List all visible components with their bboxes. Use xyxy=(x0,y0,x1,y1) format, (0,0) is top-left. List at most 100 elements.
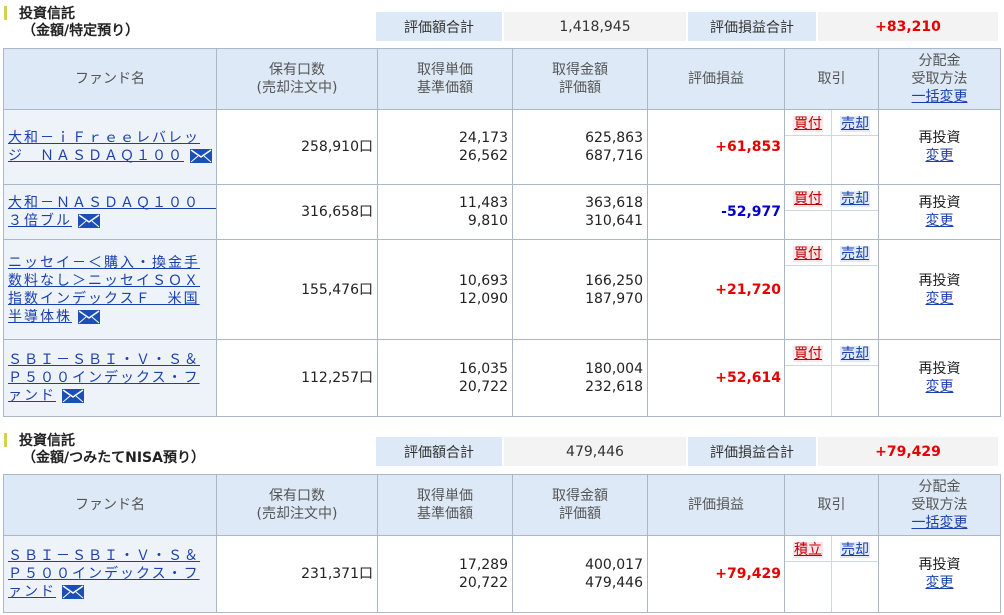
tsumitate-button[interactable]: 積立 xyxy=(793,542,823,558)
price-cell: 11,483 9,810 xyxy=(377,184,513,240)
col-pl: 評価損益 xyxy=(647,474,785,536)
table-row: ニッセイ－＜購入・換金手数料なし＞ニッセイＳＯＸ指数インデックスＦ 米国半導体株… xyxy=(3,239,1001,340)
section-tokutei: 投資信託 （金額/特定預り） 評価額合計 1,418,945 評価損益合計 +8… xyxy=(0,0,1004,417)
amount-cell: 166,250 187,970 xyxy=(512,239,648,340)
total-pl: +79,429 xyxy=(818,437,998,466)
amount-cell: 180,004 232,618 xyxy=(512,339,648,417)
envelope-icon[interactable] xyxy=(78,309,100,324)
bulk-change-link[interactable]: 一括変更 xyxy=(912,89,968,105)
col-unit-price: 取得単価 基準価額 xyxy=(377,474,513,536)
change-link[interactable]: 変更 xyxy=(926,575,954,591)
table-row: 大和－ｉＦｒｅｅレバレッジ ＮＡＳＤＡＱ１００ 258,910口 24,173 2… xyxy=(3,109,1001,185)
table-header-row: ファンド名 保有口数 (売却注文中) 取得単価 基準価額 取得金額 評価額 評価損益 … xyxy=(3,48,1001,110)
col-unit-price: 取得単価 基準価額 xyxy=(377,48,513,110)
col-trade: 取引 xyxy=(784,474,879,536)
change-link[interactable]: 変更 xyxy=(926,291,954,307)
price-cell: 16,035 20,722 xyxy=(377,339,513,417)
buy-button[interactable]: 買付 xyxy=(793,346,823,362)
section-header: 投資信託 （金額/特定預り） 評価額合計 1,418,945 評価損益合計 +8… xyxy=(0,0,1004,42)
col-fund-name: ファンド名 xyxy=(3,474,217,536)
fund-name-link[interactable]: ＳＢＩ－ＳＢＩ・Ｖ・Ｓ＆Ｐ５００インデックス・ファンド xyxy=(8,548,200,600)
fund-name-cell: 大和－ＮＡＳＤＡＱ１００ ３倍ブル xyxy=(3,184,217,240)
amount-cell: 400,017 479,446 xyxy=(512,535,648,613)
units-cell: 231,371口 xyxy=(216,535,378,613)
fund-name-link[interactable]: ＳＢＩ－ＳＢＩ・Ｖ・Ｓ＆Ｐ５００インデックス・ファンド xyxy=(8,352,200,404)
col-units: 保有口数 (売却注文中) xyxy=(216,474,378,536)
pl-cell: +21,720 xyxy=(647,239,785,340)
sell-button[interactable]: 売却 xyxy=(840,542,870,558)
buy-button[interactable]: 買付 xyxy=(793,191,823,207)
total-pl-label: 評価損益合計 xyxy=(688,12,816,41)
change-link[interactable]: 変更 xyxy=(926,148,954,164)
section-tsumitate-nisa: 投資信託 （金額/つみたてNISA預り） 評価額合計 479,446 評価損益合… xyxy=(0,425,1004,613)
sell-button[interactable]: 売却 xyxy=(840,191,870,207)
pl-cell: +52,614 xyxy=(647,339,785,417)
section-title: 投資信託 （金額/つみたてNISA預り） xyxy=(4,433,205,467)
pl-cell: +79,429 xyxy=(647,535,785,613)
section-subtitle: （金額/特定預り） xyxy=(22,23,140,39)
envelope-icon[interactable] xyxy=(78,214,100,228)
col-amount: 取得金額 評価額 xyxy=(512,48,648,110)
amount-cell: 625,863 687,716 xyxy=(512,109,648,185)
title-marker xyxy=(4,433,7,447)
fund-table: ファンド名 保有口数 (売却注文中) 取得単価 基準価額 取得金額 評価額 評価損益 … xyxy=(3,474,1001,613)
trade-cell: 買付 売却 xyxy=(784,184,879,240)
col-amount: 取得金額 評価額 xyxy=(512,474,648,536)
total-value-label: 評価額合計 xyxy=(376,437,502,466)
total-pl-label: 評価損益合計 xyxy=(688,437,816,466)
change-link[interactable]: 変更 xyxy=(926,379,954,395)
buy-button[interactable]: 買付 xyxy=(793,116,823,132)
section-title: 投資信託 （金額/特定預り） xyxy=(4,6,139,40)
price-cell: 17,289 20,722 xyxy=(377,535,513,613)
bulk-change-link[interactable]: 一括変更 xyxy=(912,515,968,531)
fund-name-cell: ＳＢＩ－ＳＢＩ・Ｖ・Ｓ＆Ｐ５００インデックス・ファンド xyxy=(3,535,217,613)
sell-button[interactable]: 売却 xyxy=(840,246,870,262)
distribution-cell: 再投資 変更 xyxy=(878,184,1001,240)
col-pl: 評価損益 xyxy=(647,48,785,110)
total-value: 1,418,945 xyxy=(504,12,686,41)
fund-name-link[interactable]: 大和－ＮＡＳＤＡＱ１００ ３倍ブル xyxy=(8,195,216,229)
distribution-cell: 再投資 変更 xyxy=(878,239,1001,340)
col-trade: 取引 xyxy=(784,48,879,110)
sell-button[interactable]: 売却 xyxy=(840,116,870,132)
table-row: ＳＢＩ－ＳＢＩ・Ｖ・Ｓ＆Ｐ５００インデックス・ファンド 112,257口 16,… xyxy=(3,339,1001,417)
total-value: 479,446 xyxy=(504,437,686,466)
trade-cell: 買付 売却 xyxy=(784,109,879,185)
total-value-label: 評価額合計 xyxy=(376,12,502,41)
section-subtitle: （金額/つみたてNISA預り） xyxy=(22,450,205,466)
envelope-icon[interactable] xyxy=(62,585,84,599)
table-row: ＳＢＩ－ＳＢＩ・Ｖ・Ｓ＆Ｐ５００インデックス・ファンド 231,371口 17,… xyxy=(3,535,1001,613)
distribution-cell: 再投資 変更 xyxy=(878,339,1001,417)
col-units: 保有口数 (売却注文中) xyxy=(216,48,378,110)
envelope-icon[interactable] xyxy=(190,149,212,163)
distribution-cell: 再投資 変更 xyxy=(878,109,1001,185)
sell-button[interactable]: 売却 xyxy=(840,346,870,362)
trade-cell: 積立 売却 xyxy=(784,535,879,613)
envelope-icon[interactable] xyxy=(62,389,84,403)
fund-name-cell: ニッセイ－＜購入・換金手数料なし＞ニッセイＳＯＸ指数インデックスＦ 米国半導体株 xyxy=(3,239,217,340)
fund-name-cell: 大和－ｉＦｒｅｅレバレッジ ＮＡＳＤＡＱ１００ xyxy=(3,109,217,185)
fund-name-cell: ＳＢＩ－ＳＢＩ・Ｖ・Ｓ＆Ｐ５００インデックス・ファンド xyxy=(3,339,217,417)
units-cell: 316,658口 xyxy=(216,184,378,240)
pl-cell: +61,853 xyxy=(647,109,785,185)
table-header-row: ファンド名 保有口数 (売却注文中) 取得単価 基準価額 取得金額 評価額 評価損益 … xyxy=(3,474,1001,536)
trade-cell: 買付 売却 xyxy=(784,339,879,417)
change-link[interactable]: 変更 xyxy=(926,213,954,229)
col-distribution: 分配金 受取方法 一括変更 xyxy=(878,48,1001,110)
fund-name-link[interactable]: 大和－ｉＦｒｅｅレバレッジ ＮＡＳＤＡＱ１００ xyxy=(8,130,200,164)
distribution-cell: 再投資 変更 xyxy=(878,535,1001,613)
units-cell: 258,910口 xyxy=(216,109,378,185)
fund-table: ファンド名 保有口数 (売却注文中) 取得単価 基準価額 取得金額 評価額 評価損益 … xyxy=(3,48,1001,417)
col-distribution: 分配金 受取方法 一括変更 xyxy=(878,474,1001,536)
col-fund-name: ファンド名 xyxy=(3,48,217,110)
price-cell: 24,173 26,562 xyxy=(377,109,513,185)
table-row: 大和－ＮＡＳＤＡＱ１００ ３倍ブル 316,658口 11,483 9,810 3… xyxy=(3,184,1001,240)
trade-cell: 買付 売却 xyxy=(784,239,879,340)
amount-cell: 363,618 310,641 xyxy=(512,184,648,240)
units-cell: 155,476口 xyxy=(216,239,378,340)
title-marker xyxy=(4,6,7,20)
price-cell: 10,693 12,090 xyxy=(377,239,513,340)
buy-button[interactable]: 買付 xyxy=(793,246,823,262)
fund-name-link[interactable]: ニッセイ－＜購入・換金手数料なし＞ニッセイＳＯＸ指数インデックスＦ 米国半導体株 xyxy=(8,255,200,325)
total-pl: +83,210 xyxy=(818,12,998,41)
